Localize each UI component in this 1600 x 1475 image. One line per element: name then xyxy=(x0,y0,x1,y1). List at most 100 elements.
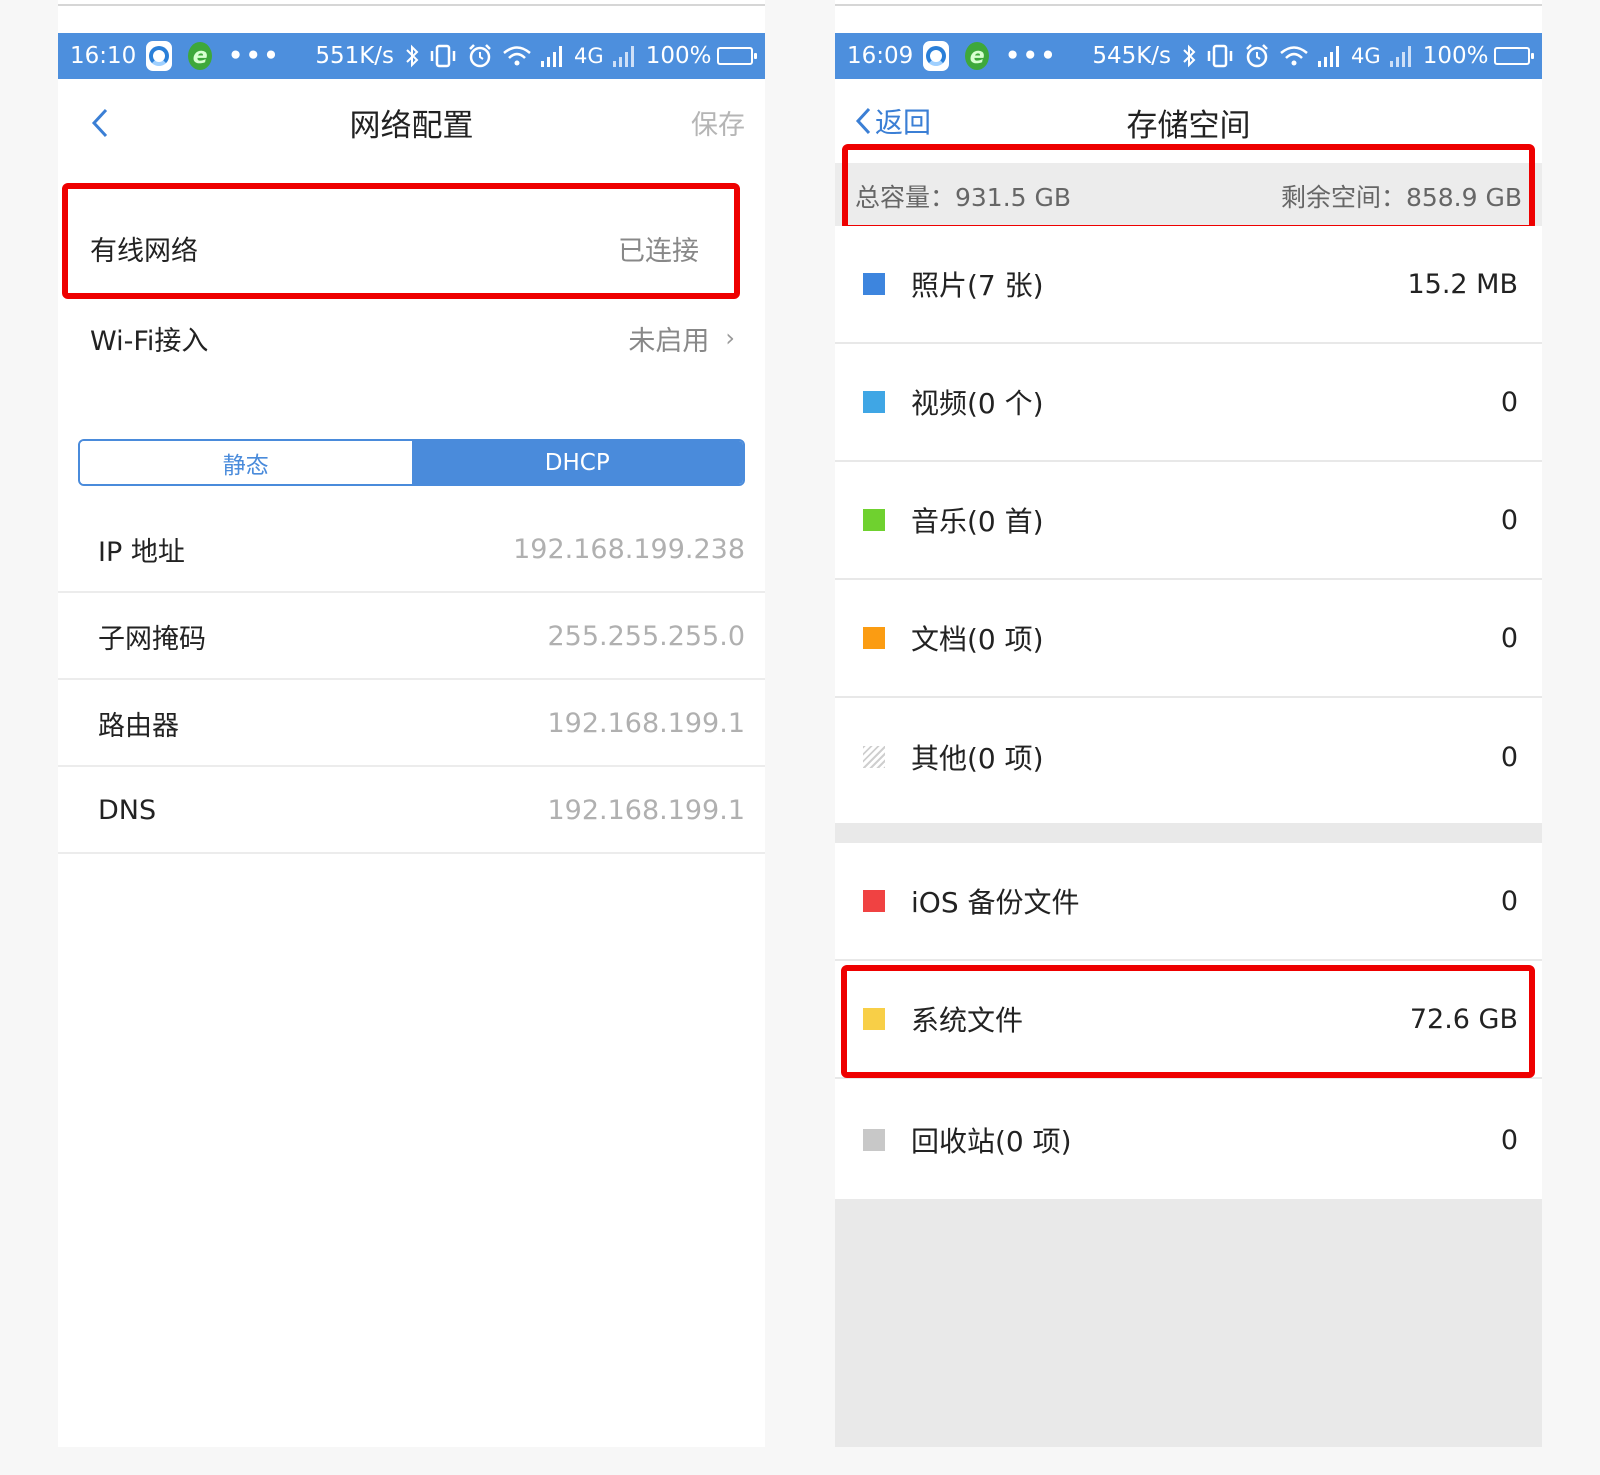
network-speed: 551K/s xyxy=(315,43,395,69)
chevron-right-icon: › xyxy=(725,324,735,352)
subnet-mask-label: 子网掩码 xyxy=(98,623,206,655)
list-item-documents[interactable]: 文档(0 项) 0 xyxy=(835,580,1542,698)
wired-network-row[interactable]: 有线网络 已连接 xyxy=(58,204,765,292)
total-capacity: 总容量：931.5 GB xyxy=(855,183,1072,212)
status-bar: 16:10 e ••• 551K/s 4G 100% xyxy=(58,33,765,79)
recycle-bin-size: 0 xyxy=(1500,1124,1518,1156)
dns-value: 192.168.199.1 xyxy=(547,794,745,826)
vibrate-icon xyxy=(428,43,458,69)
storage-screen: 16:09 e ••• 545K/s 4G 100% 返回 存储空间 总容量：9… xyxy=(835,0,1542,1447)
alarm-icon xyxy=(1243,42,1271,70)
save-button[interactable]: 保存 xyxy=(691,103,745,142)
list-item-photos[interactable]: 照片(7 张) 15.2 MB xyxy=(835,226,1542,344)
status-bar: 16:09 e ••• 545K/s 4G 100% xyxy=(835,33,1542,79)
recycle-bin-label: 回收站(0 项) xyxy=(911,1125,1072,1158)
page-title: 网络配置 xyxy=(349,107,474,144)
more-notifications-icon: ••• xyxy=(1005,43,1059,69)
photos-color-swatch xyxy=(863,273,885,295)
network-config-screen: 16:10 e ••• 551K/s 4G 100% 网络配置 保存 有线网络 … xyxy=(58,0,765,1447)
ios-backup-color-swatch xyxy=(863,890,885,912)
nav-bar: 返回 存储空间 xyxy=(835,79,1542,165)
bluetooth-icon xyxy=(404,43,420,69)
app-notification-icon xyxy=(146,41,173,71)
chevron-left-icon xyxy=(855,107,871,135)
ip-address-row: IP 地址 192.168.199.238 xyxy=(58,507,765,593)
network-type: 4G xyxy=(574,44,604,68)
free-space: 剩余空间：858.9 GB xyxy=(1280,183,1522,212)
vibrate-icon xyxy=(1205,43,1235,69)
dns-label: DNS xyxy=(98,794,157,826)
dns-row: DNS 192.168.199.1 xyxy=(58,768,765,854)
ios-backup-label: iOS 备份文件 xyxy=(911,886,1080,919)
bluetooth-icon xyxy=(1181,43,1197,69)
music-size: 0 xyxy=(1500,504,1518,536)
back-label: 返回 xyxy=(875,106,932,139)
signal-icon xyxy=(540,44,566,68)
battery-icon xyxy=(717,47,757,65)
music-label: 音乐(0 首) xyxy=(911,505,1044,538)
network-speed: 545K/s xyxy=(1092,43,1172,69)
other-label: 其他(0 项) xyxy=(911,742,1044,775)
ip-address-value: 192.168.199.238 xyxy=(513,533,745,565)
wifi-row[interactable]: Wi-Fi接入 未启用 › xyxy=(58,294,765,382)
list-item-videos[interactable]: 视频(0 个) 0 xyxy=(835,344,1542,462)
ip-address-label: IP 地址 xyxy=(98,536,185,568)
tab-static[interactable]: 静态 xyxy=(80,441,412,484)
ip-mode-segmented-control: 静态 DHCP xyxy=(78,439,745,486)
wifi-icon xyxy=(1279,44,1309,68)
documents-color-swatch xyxy=(863,627,885,649)
back-button[interactable]: 返回 xyxy=(853,101,931,141)
router-row: 路由器 192.168.199.1 xyxy=(58,681,765,767)
list-item-music[interactable]: 音乐(0 首) 0 xyxy=(835,462,1542,580)
storage-summary: 总容量：931.5 GB 剩余空间：858.9 GB xyxy=(835,163,1542,229)
ios-backup-size: 0 xyxy=(1500,885,1518,917)
music-color-swatch xyxy=(863,509,885,531)
photos-label: 照片(7 张) xyxy=(911,269,1044,302)
status-time: 16:09 xyxy=(847,43,914,69)
videos-label: 视频(0 个) xyxy=(911,387,1044,420)
documents-size: 0 xyxy=(1500,622,1518,654)
wifi-label: Wi-Fi接入 xyxy=(90,325,209,357)
videos-color-swatch xyxy=(863,391,885,413)
documents-label: 文档(0 项) xyxy=(911,623,1044,656)
wired-network-status: 已连接 xyxy=(618,235,699,267)
browser-notification-icon: e xyxy=(965,42,990,70)
other-size: 0 xyxy=(1500,741,1518,773)
subnet-mask-value: 255.255.255.0 xyxy=(547,620,745,652)
back-button[interactable] xyxy=(88,103,128,143)
router-value: 192.168.199.1 xyxy=(547,707,745,739)
wifi-status: 未启用 xyxy=(628,325,710,357)
chevron-left-icon xyxy=(91,108,108,138)
top-divider xyxy=(835,4,1542,6)
list-item-recycle-bin[interactable]: 回收站(0 项) 0 xyxy=(835,1081,1542,1199)
page-title: 存储空间 xyxy=(1126,107,1251,144)
battery-percent: 100% xyxy=(645,43,712,69)
more-notifications-icon: ••• xyxy=(228,43,282,69)
alarm-icon xyxy=(466,42,494,70)
app-notification-icon xyxy=(923,41,950,71)
photos-size: 15.2 MB xyxy=(1407,268,1518,300)
other-color-swatch xyxy=(863,746,885,768)
status-time: 16:10 xyxy=(70,43,137,69)
battery-icon xyxy=(1494,47,1534,65)
signal-icon xyxy=(1317,44,1343,68)
list-item-system-files[interactable]: 系统文件 72.6 GB xyxy=(835,961,1542,1079)
section-divider xyxy=(835,823,1542,843)
nav-bar: 网络配置 保存 xyxy=(58,79,765,165)
network-type: 4G xyxy=(1351,44,1381,68)
videos-size: 0 xyxy=(1500,386,1518,418)
list-item-other[interactable]: 其他(0 项) 0 xyxy=(835,698,1542,816)
wired-network-label: 有线网络 xyxy=(90,235,198,267)
tab-dhcp[interactable]: DHCP xyxy=(411,441,743,484)
battery-percent: 100% xyxy=(1422,43,1489,69)
recycle-bin-color-swatch xyxy=(863,1129,885,1151)
signal-weak-icon xyxy=(1389,44,1415,68)
system-files-color-swatch xyxy=(863,1008,885,1030)
signal-weak-icon xyxy=(612,44,638,68)
browser-notification-icon: e xyxy=(188,42,213,70)
subnet-mask-row: 子网掩码 255.255.255.0 xyxy=(58,594,765,680)
wifi-icon xyxy=(502,44,532,68)
top-divider xyxy=(58,4,765,6)
empty-area xyxy=(835,1199,1542,1447)
list-item-ios-backup[interactable]: iOS 备份文件 0 xyxy=(835,843,1542,961)
